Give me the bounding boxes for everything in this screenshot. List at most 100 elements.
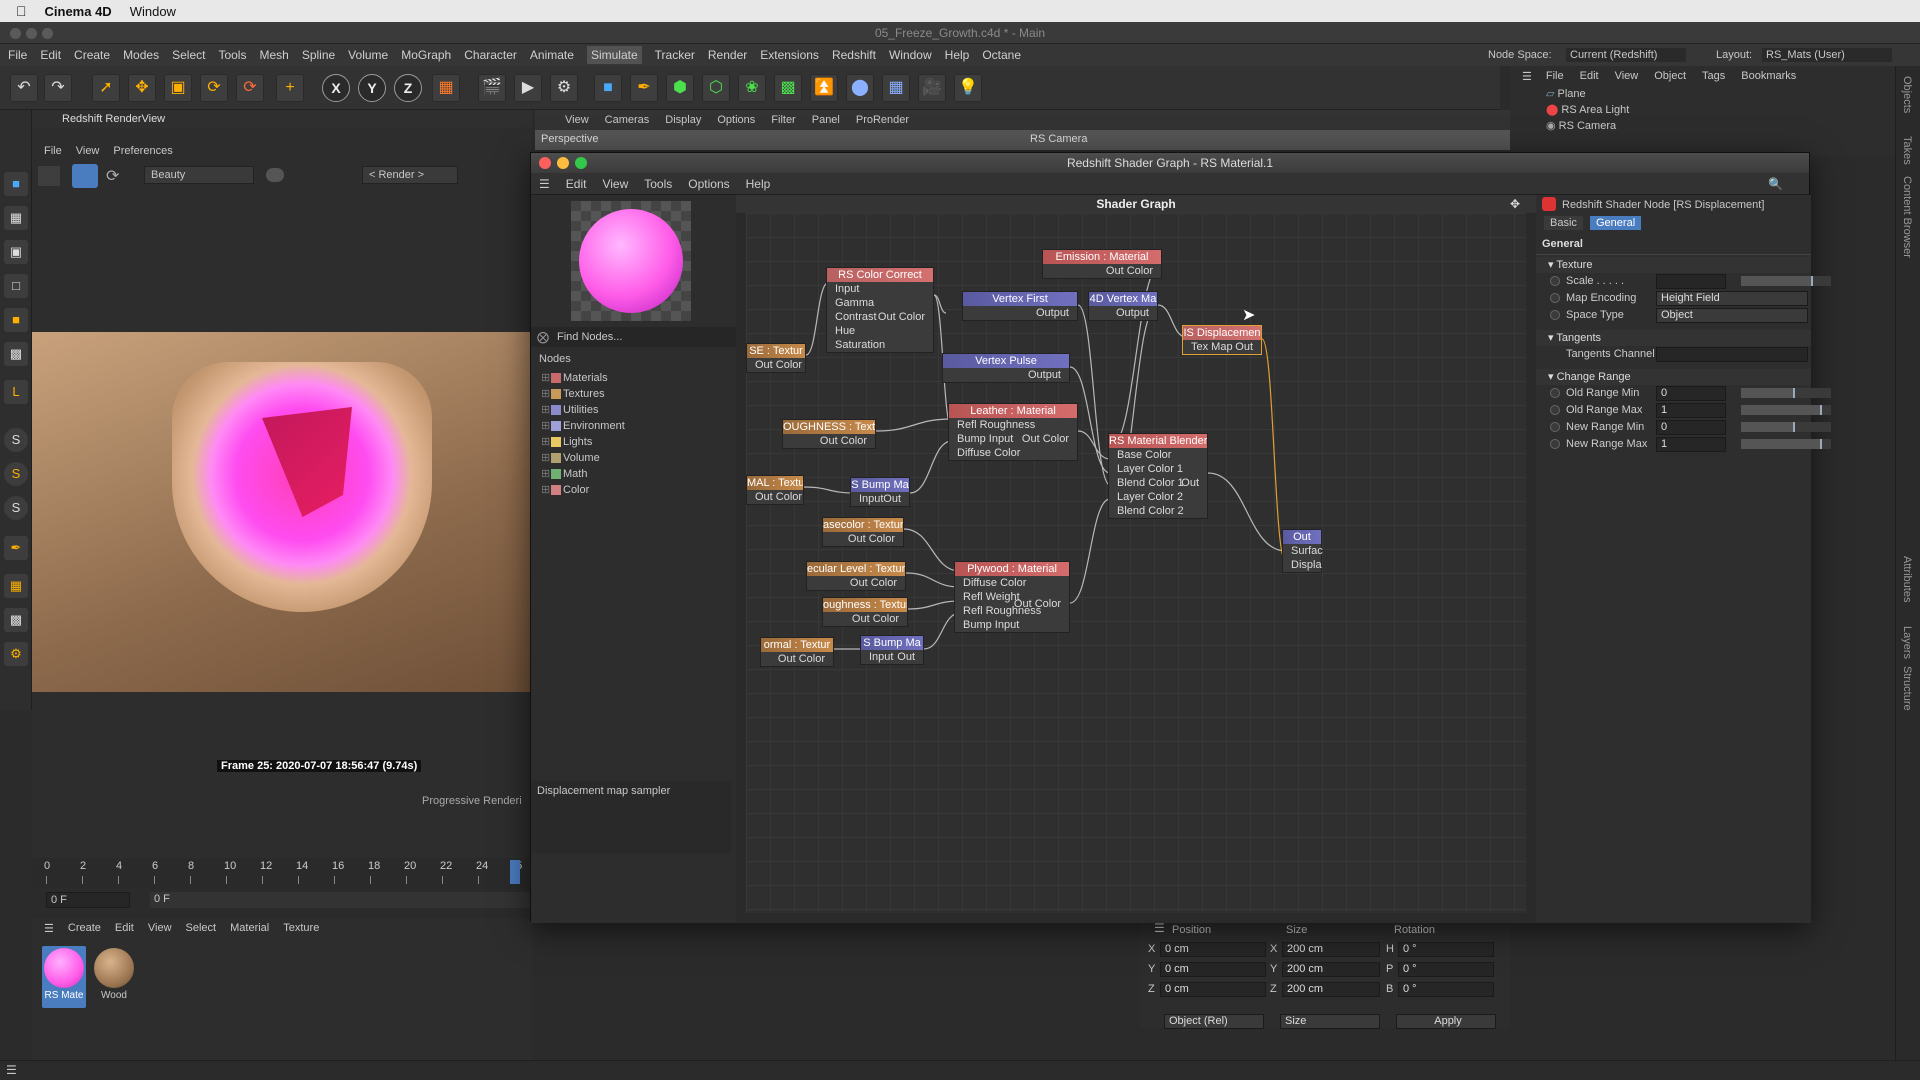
sg-menu-view[interactable]: View [602,177,628,191]
node-bump-map-a[interactable]: S Bump Ma Input Out [850,477,910,507]
expand-icon[interactable]: ✥ [1510,197,1520,211]
obj-menu-edit[interactable]: Edit [1580,70,1599,82]
anim-dot[interactable] [1550,422,1560,432]
menu-modes[interactable]: Modes [123,48,159,62]
node-category[interactable]: ⊞ Environment [541,418,731,434]
tab-attributes[interactable]: Attributes [1901,556,1913,602]
timeline-end-field[interactable]: 0 F [150,892,530,908]
node-category[interactable]: ⊞ Utilities [541,402,731,418]
expand-icon[interactable]: ⊞ [541,450,550,466]
node-category[interactable]: ⊞ Volume [541,450,731,466]
size-mode-select[interactable]: Size [1280,1014,1380,1029]
menu-tracker[interactable]: Tracker [655,48,695,62]
tab-general[interactable]: General [1590,216,1642,230]
sg-menu-options[interactable]: Options [688,177,729,191]
mat-menu-select[interactable]: Select [186,922,217,934]
tab-objects[interactable]: Objects [1901,76,1913,113]
obj-menu-file[interactable]: File [1546,70,1564,82]
node-bump-map-b[interactable]: S Bump Ma Input Out [860,635,924,665]
rv-menu-preferences[interactable]: Preferences [113,145,172,157]
sg-menu-help[interactable]: Help [746,177,771,191]
light-icon[interactable]: 💡 [954,74,982,102]
range-slider[interactable] [1741,388,1831,398]
menu-redshift[interactable]: Redshift [832,48,876,62]
menu-character[interactable]: Character [464,48,517,62]
node-category[interactable]: ⊞ Textures [541,386,731,402]
sg-menu-edit[interactable]: Edit [566,177,587,191]
cube-icon[interactable]: ■ [594,74,622,102]
node-category[interactable]: ⊞ Color [541,482,731,498]
menu-window[interactable]: Window [889,48,932,62]
mograph-icon[interactable]: ▩ [774,74,802,102]
select-tool-icon[interactable]: ➚ [92,74,120,102]
mat-menu-texture[interactable]: Texture [283,922,319,934]
subdivision-icon[interactable]: ⬢ [666,74,694,102]
rotation-field[interactable]: 0 ° [1398,982,1494,997]
menu-octane[interactable]: Octane [982,48,1021,62]
aov-select[interactable]: Beauty [144,166,254,184]
position-field[interactable]: 0 cm [1160,982,1266,997]
pen-icon[interactable]: ✒ [630,74,658,102]
obj-menu-view[interactable]: View [1615,70,1639,82]
range-field[interactable]: 0 [1656,386,1726,401]
node-plywood-material[interactable]: Plywood : Material Diffuse Color Refl We… [954,561,1070,633]
grid-icon[interactable]: ▦ [4,574,28,598]
section-texture[interactable]: ▾ Texture [1536,257,1811,273]
mat-menu-view[interactable]: View [148,922,172,934]
mat-menu-edit[interactable]: Edit [115,922,134,934]
scale-field[interactable] [1656,274,1726,289]
node-leather-material[interactable]: Leather : Material Refl Roughness Bump I… [948,403,1078,461]
find-nodes-field[interactable]: ⨂ Find Nodes... [531,327,736,347]
vp-menu-display[interactable]: Display [665,114,701,126]
y-axis-icon[interactable]: Y [358,74,386,102]
polygons-mode-icon[interactable]: ■ [4,308,28,332]
menu-simulate[interactable]: Simulate [586,46,642,64]
rv-menu-view[interactable]: View [76,145,100,157]
points-mode-icon[interactable]: ▣ [4,240,28,264]
render-settings-icon[interactable]: ⚙ [550,74,578,102]
node-rs-color-correct[interactable]: RS Color Correct Input Gamma Contrast Out… [826,267,934,353]
range-slider[interactable] [1741,405,1831,415]
object-item[interactable]: ▱ Plane [1546,86,1900,102]
position-field[interactable]: 0 cm [1160,942,1266,957]
menu-mesh[interactable]: Mesh [259,48,288,62]
object-item[interactable]: ⬤ RS Area Light [1546,102,1900,118]
menu-edit[interactable]: Edit [40,48,61,62]
refresh-icon[interactable]: ⟳ [106,166,119,186]
expand-icon[interactable]: ⊞ [541,466,550,482]
apply-button[interactable]: Apply [1396,1014,1496,1029]
node-category[interactable]: ⊞ Lights [541,434,731,450]
obj-menu-object[interactable]: Object [1654,70,1686,82]
shader-graph-canvas[interactable]: Shader Graph ✥ RS Color Correct Input Ga… [736,195,1536,923]
anim-dot[interactable] [1550,293,1560,303]
node-category[interactable]: ⊞ Math [541,466,731,482]
range-slider[interactable] [1741,422,1831,432]
workplane-icon[interactable]: S [4,496,28,520]
section-tangents[interactable]: ▾ Tangents [1536,330,1811,346]
app-menu[interactable]: Cinema 4D [45,4,112,19]
hamburger-icon[interactable]: ☰ [6,1063,17,1077]
node-category[interactable]: ⊞ Materials [541,370,731,386]
extrude-icon[interactable]: ⬡ [702,74,730,102]
menu-volume[interactable]: Volume [348,48,388,62]
hamburger-icon[interactable]: ☰ [1154,921,1165,935]
size-field[interactable]: 200 cm [1282,942,1380,957]
anim-dot[interactable] [1550,405,1560,415]
close-dot[interactable] [10,28,21,39]
node-normal-texture-a[interactable]: MAL : Textur Out Color [746,475,804,505]
mat-menu-material[interactable]: Material [230,922,269,934]
texture-mode-icon[interactable]: ▦ [4,206,28,230]
close-button[interactable] [539,157,551,169]
size-field[interactable]: 200 cm [1282,962,1380,977]
menu-animate[interactable]: Animate [530,48,574,62]
node-normal-texture-b[interactable]: ormal : Textur Out Color [760,637,834,667]
lock-workplane-icon[interactable]: ✒ [4,536,28,560]
move-tool-icon[interactable]: ✥ [128,74,156,102]
floor-icon[interactable]: ▦ [882,74,910,102]
tangents-channel-field[interactable] [1656,347,1808,362]
vp-menu-filter[interactable]: Filter [771,114,795,126]
size-field[interactable]: 200 cm [1282,982,1380,997]
coordinate-system-icon[interactable]: ▦ [432,74,460,102]
range-field[interactable]: 0 [1656,420,1726,435]
sg-menu-tools[interactable]: Tools [644,177,672,191]
